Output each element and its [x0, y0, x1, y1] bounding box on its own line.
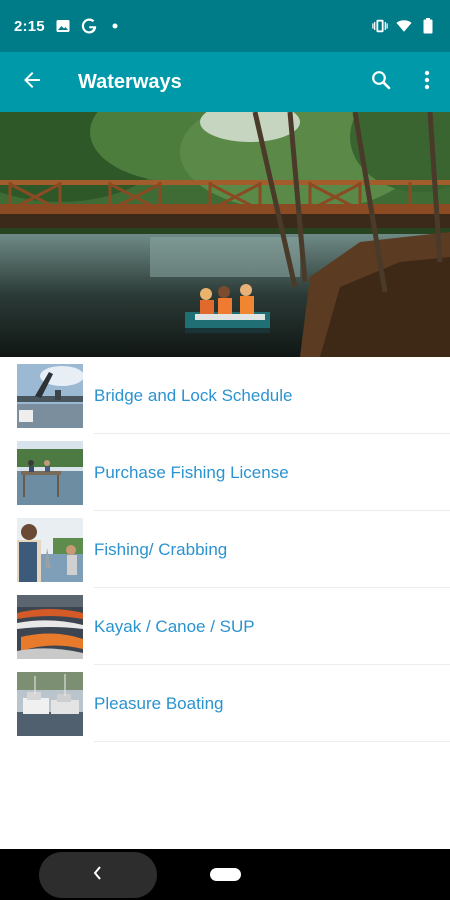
page-title: Waterways: [78, 70, 182, 93]
battery-icon: [420, 18, 436, 34]
arrow-back-icon: [22, 70, 42, 95]
kayak-thumb: [17, 595, 83, 659]
list-item-label: Bridge and Lock Schedule: [94, 386, 293, 405]
notification-dot-icon: [107, 18, 123, 34]
divider: [94, 741, 450, 742]
system-nav-bar: [0, 849, 450, 900]
more-options-button[interactable]: [404, 52, 450, 112]
list-item-label: Fishing/ Crabbing: [94, 540, 228, 559]
bridge-thumb: [17, 364, 83, 428]
more-vert-icon: [424, 70, 430, 95]
list-item-kayak-canoe-sup[interactable]: Kayak / Canoe / SUP: [0, 588, 450, 665]
list-item-purchase-fishing-license[interactable]: Purchase Fishing License: [0, 434, 450, 511]
app-actions: [358, 52, 450, 112]
marina-thumb: [17, 672, 83, 736]
back-button[interactable]: [0, 52, 64, 112]
search-button[interactable]: [358, 52, 404, 112]
status-time: 2:15: [14, 17, 45, 35]
menu-list: Bridge and Lock Schedule Purchase Fishin…: [0, 357, 450, 742]
chevron-left-icon: [93, 865, 103, 885]
list-item-label: Kayak / Canoe / SUP: [94, 617, 255, 636]
list-item-label: Purchase Fishing License: [94, 463, 289, 482]
home-pill-icon[interactable]: [210, 868, 241, 881]
fishing-thumb: [17, 518, 83, 582]
hero-photo: [0, 112, 450, 357]
search-icon: [371, 70, 391, 95]
list-item-pleasure-boating[interactable]: Pleasure Boating: [0, 665, 450, 742]
list-item-bridge-and-lock-schedule[interactable]: Bridge and Lock Schedule: [0, 357, 450, 434]
list-item-label: Pleasure Boating: [94, 694, 224, 713]
image-icon: [55, 18, 71, 34]
nav-back-button[interactable]: [39, 852, 157, 898]
pier-thumb: [17, 441, 83, 505]
hero-photo-illustration: [0, 112, 450, 357]
status-left: 2:15: [14, 18, 123, 35]
google-g-icon: [81, 18, 97, 34]
app-bar: Waterways: [0, 52, 450, 112]
wifi-icon: [396, 18, 412, 34]
vibrate-icon: [372, 18, 388, 34]
status-bar: 2:15: [0, 0, 450, 52]
status-right: [372, 18, 436, 34]
list-item-fishing-crabbing[interactable]: Fishing/ Crabbing: [0, 511, 450, 588]
